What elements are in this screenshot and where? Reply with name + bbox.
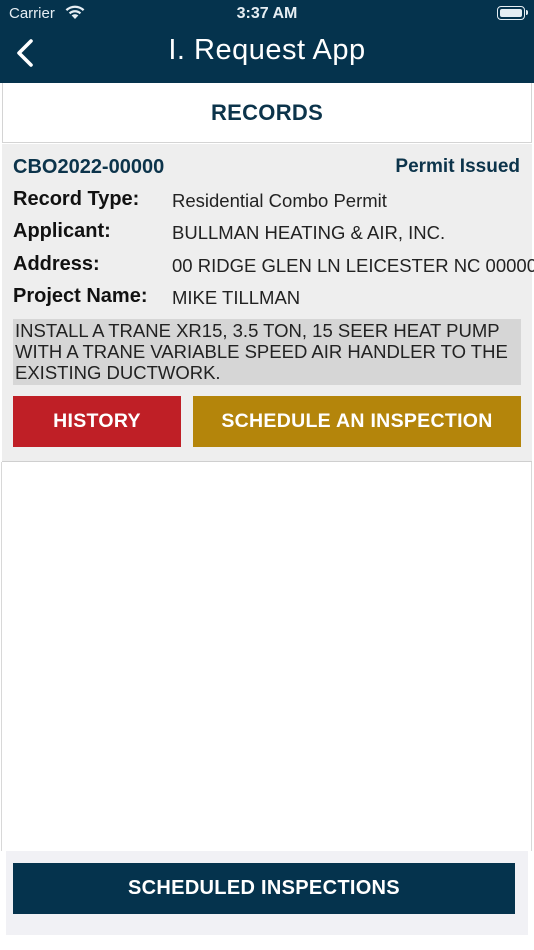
address-label: Address: — [13, 253, 100, 275]
footer-bar: SCHEDULED INSPECTIONS — [6, 851, 528, 935]
status-bar: Carrier 3:37 AM — [0, 0, 534, 28]
project-name-value: MIKE TILLMAN — [172, 287, 301, 308]
record-type-label: Record Type: — [13, 188, 140, 210]
page-title: I. Request App — [168, 34, 366, 66]
applicant-label: Applicant: — [13, 220, 111, 242]
record-type-row: Record Type: Residential Combo Permit — [13, 188, 528, 216]
battery-icon — [497, 6, 528, 20]
navigation-bar: Carrier 3:37 AM I. Request App — [0, 0, 534, 83]
applicant-row: Applicant: BULLMAN HEATING & AIR, INC. — [13, 220, 528, 248]
address-row: Address: 00 RIDGE GLEN LN LEICESTER NC 0… — [13, 253, 534, 281]
records-title: RECORDS — [210, 100, 324, 125]
record-id: CBO2022-00000 — [13, 156, 165, 178]
project-name-row: Project Name: MIKE TILLMAN — [13, 285, 528, 313]
right-divider — [531, 462, 532, 851]
records-header: RECORDS — [2, 83, 532, 143]
status-badge: Permit Issued — [395, 156, 520, 177]
scheduled-inspections-button[interactable]: SCHEDULED INSPECTIONS — [13, 863, 515, 914]
project-name-label: Project Name: — [13, 285, 148, 307]
address-value: 00 RIDGE GLEN LN LEICESTER NC 00000 — [172, 255, 534, 276]
record-description: INSTALL A TRANE XR15, 3.5 TON, 15 SEER H… — [13, 319, 521, 385]
record-card: CBO2022-00000 Permit Issued Record Type:… — [2, 144, 534, 462]
history-button[interactable]: HISTORY — [13, 396, 181, 447]
record-type-value: Residential Combo Permit — [172, 190, 387, 211]
clock: 3:37 AM — [236, 5, 298, 22]
schedule-inspection-button[interactable]: SCHEDULE AN INSPECTION — [193, 396, 521, 447]
applicant-value: BULLMAN HEATING & AIR, INC. — [172, 222, 446, 243]
left-divider — [1, 462, 2, 851]
